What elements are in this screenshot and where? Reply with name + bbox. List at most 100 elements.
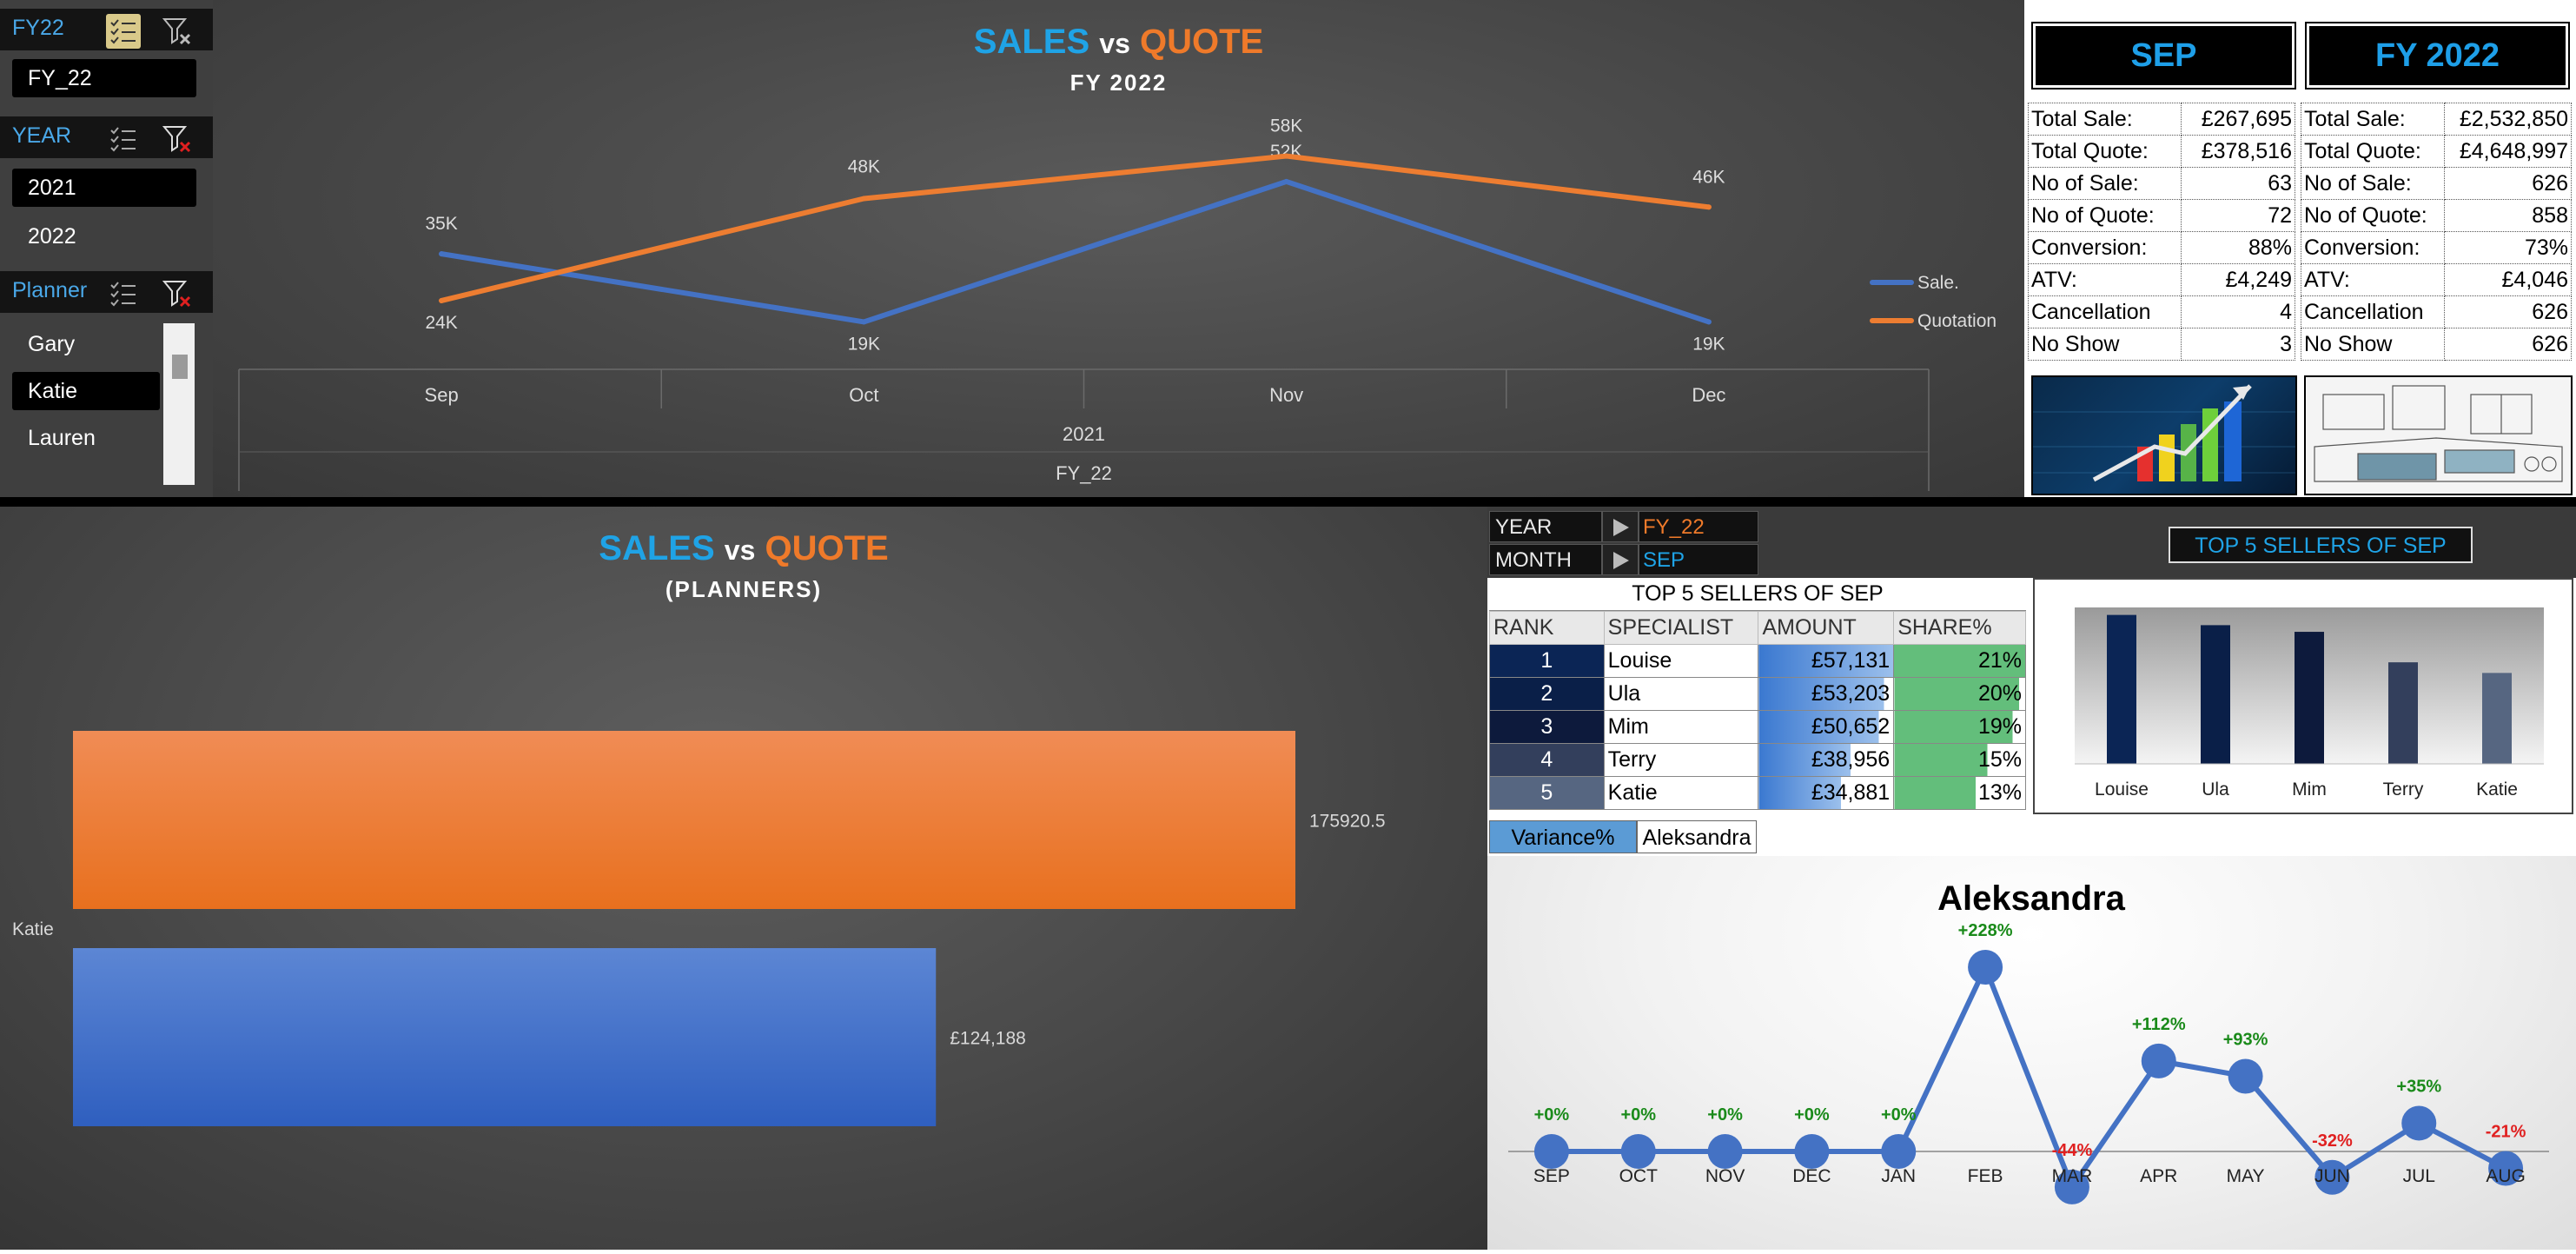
data-point: [861, 196, 867, 202]
slicer-item-2021[interactable]: 2021: [12, 169, 196, 207]
kpi-label: No of Sale:: [2301, 167, 2445, 200]
kpi-value: £4,648,997: [2443, 135, 2573, 168]
x-tick-label: Sep: [425, 384, 459, 406]
section-divider: [0, 497, 2576, 507]
bar-value-label: 175920.5: [1309, 812, 1386, 832]
kpi-row: No Show 626: [2301, 328, 2573, 361]
x-group-year-label: 2021: [1063, 423, 1105, 445]
top5-badge: TOP 5 SELLERS OF SEP: [2169, 527, 2473, 563]
variance-point: [1620, 1134, 1656, 1169]
month-label: FEB: [1968, 1166, 2003, 1186]
kpi-month-header: SEP: [2031, 22, 2296, 90]
data-point: [1705, 204, 1712, 210]
data-label: 46K: [1692, 167, 1725, 187]
top5-row: 3 Mim £50,652 19%: [1489, 710, 2026, 744]
data-point: [1283, 178, 1289, 184]
rank-cell: 2: [1489, 677, 1605, 711]
kpi-value: £267,695: [2180, 103, 2296, 136]
data-label: 24K: [425, 313, 457, 333]
variance-person-selector[interactable]: Aleksandra: [1637, 820, 1757, 853]
slicer-item-2022[interactable]: 2022: [12, 217, 196, 255]
month-label: SEP: [1533, 1166, 1570, 1186]
variance-label: +0%: [1620, 1105, 1656, 1125]
multi-select-icon[interactable]: [106, 14, 141, 49]
slicer-item-lauren[interactable]: Lauren: [12, 419, 160, 457]
x-tick-label: Nov: [1269, 384, 1303, 406]
slicer-item-katie[interactable]: Katie: [12, 372, 160, 410]
variance-label: Variance%: [1489, 820, 1637, 853]
column-label: Katie: [2476, 780, 2518, 800]
variance-label: +0%: [1794, 1105, 1830, 1125]
slicer-planner-title: Planner: [12, 278, 88, 302]
kpi-label: ATV:: [2301, 263, 2445, 296]
amount-cell: £34,881: [1758, 776, 1895, 810]
column-label: Ula: [2202, 780, 2229, 800]
amount-cell: £53,203: [1758, 677, 1895, 711]
variance-point: [2141, 1043, 2176, 1078]
kpi-label: Total Sale:: [2028, 103, 2182, 136]
slicer-fy22-title: FY22: [12, 16, 64, 40]
slicer-item-gary[interactable]: Gary: [12, 325, 160, 363]
slicer-planner-header: Planner: [0, 271, 213, 313]
kpi-label: No Show: [2028, 328, 2182, 361]
clear-filter-icon[interactable]: [162, 16, 193, 47]
slicer-item-fy22[interactable]: FY_22: [12, 59, 196, 97]
variance-label: -32%: [2312, 1131, 2353, 1151]
top5-header-cell: RANK: [1489, 611, 1605, 645]
column-label: Mim: [2292, 780, 2327, 800]
month-label: APR: [2140, 1166, 2177, 1186]
slicer-fy22-header: FY22: [0, 9, 213, 50]
bar-sale: [73, 948, 937, 1126]
kpi-value: 73%: [2443, 231, 2573, 264]
kpi-value: 858: [2443, 199, 2573, 232]
variance-label: +228%: [1958, 921, 2013, 940]
clear-filter-icon[interactable]: [162, 123, 193, 155]
variance-label: +35%: [2396, 1077, 2441, 1096]
share-cell: 20%: [1893, 677, 2026, 711]
multi-select-icon[interactable]: [106, 122, 141, 156]
top5-table: RANK SPECIALIST AMOUNT SHARE% 1 Louise £57,131…: [1489, 611, 2026, 810]
x-tick-label: Oct: [849, 384, 878, 406]
kpi-value: 3: [2180, 328, 2296, 361]
year-filter-value[interactable]: FY_22: [1639, 511, 1758, 542]
specialist-cell: Mim: [1603, 710, 1759, 744]
top5-row: 4 Terry £38,956 15%: [1489, 743, 2026, 777]
series-line-quotation: [439, 153, 1712, 303]
multi-select-icon[interactable]: [106, 276, 141, 311]
month-label: DEC: [1792, 1166, 1831, 1186]
top5-header-cell: SHARE%: [1893, 611, 2026, 645]
x-group-fy-label: FY_22: [1056, 462, 1112, 484]
play-arrow-icon: [1602, 544, 1639, 575]
data-point: [861, 319, 867, 325]
share-cell: 13%: [1893, 776, 2026, 810]
scrollbar-thumb[interactable]: [172, 355, 188, 379]
data-label: 19K: [848, 334, 880, 354]
column-label: Terry: [2383, 780, 2424, 800]
series-line-sale: [439, 178, 1712, 325]
kpi-row: Total Quote: £4,648,997: [2301, 135, 2573, 168]
kpi-label: Total Quote:: [2028, 135, 2182, 168]
slicer-panel: FY22 FY_22 YEAR 2021 2022 Planner Gary K…: [0, 0, 213, 497]
variance-point: [1968, 950, 2003, 985]
kpi-value: 4: [2180, 295, 2296, 328]
kitchen-sketch-image: [2304, 375, 2573, 495]
planner-bar-chart: SALES vs QUOTE (PLANNERS) 175920.5 £124,1…: [0, 507, 1487, 1250]
kpi-row: Total Sale: £2,532,850: [2301, 103, 2573, 136]
clear-filter-icon[interactable]: [162, 278, 193, 309]
column-bar: [2295, 632, 2324, 764]
sales-growth-bar-chart-image: [2031, 375, 2297, 495]
variance-label: +0%: [1534, 1105, 1570, 1125]
data-point: [1283, 153, 1289, 159]
variance-line: [1551, 965, 2507, 1190]
month-label: MAY: [2227, 1166, 2265, 1186]
kpi-label: Total Quote:: [2301, 135, 2445, 168]
month-filter-value[interactable]: SEP: [1639, 544, 1758, 575]
slicer-scrollbar[interactable]: [163, 323, 195, 485]
kpi-row: Total Quote: £378,516: [2028, 135, 2296, 168]
variance-label: +0%: [1707, 1105, 1743, 1125]
rank-cell: 4: [1489, 743, 1605, 777]
kpi-value: 626: [2443, 167, 2573, 200]
share-cell: 21%: [1893, 644, 2026, 678]
month-filter-label: MONTH: [1489, 544, 1602, 575]
category-label: Katie: [12, 919, 54, 939]
